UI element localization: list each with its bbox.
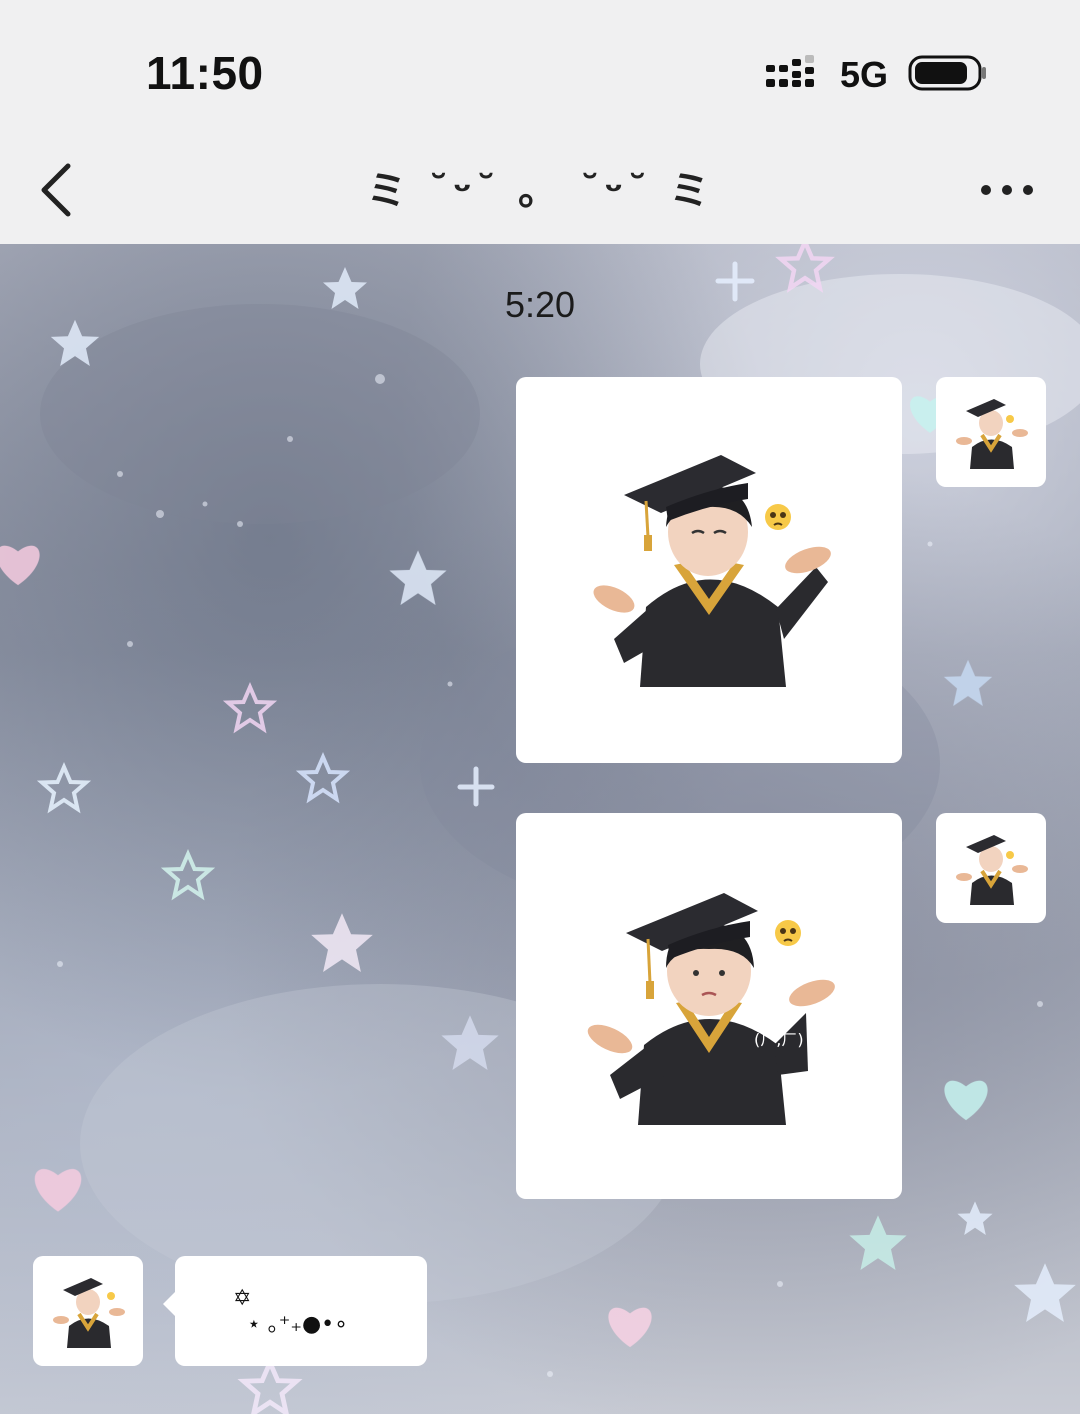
chevron-left-icon [41,163,71,217]
chat-title: ミ ˘ᵕ˘ 。 ˘ᵕ˘ ミ [366,168,714,214]
message-text: ✡ ⋆ ｡⁺₊●•∘ [233,1286,348,1337]
graduation-boy-sticker [593,455,831,687]
self-avatar[interactable] [936,377,1046,487]
chat-header: ミ ˘ᵕ˘ 。 ˘ᵕ˘ ミ [0,140,1080,244]
signal-icon [766,53,822,91]
text-message[interactable]: ✡ ⋆ ｡⁺₊●•∘ [163,1256,427,1366]
more-dots-icon [981,185,1033,195]
chat-area[interactable]: 5:20 (ㄏ,ㄏ) ✡ ⋆ ｡⁺₊●•∘ [0,244,1080,1414]
sticker-message[interactable] [516,377,902,763]
message-timestamp: 5:20 [504,284,576,325]
sticker-caption: (ㄏ,ㄏ) [754,1030,804,1049]
graduation-boy-sticker: (ㄏ,ㄏ) [587,893,835,1125]
sticker-message[interactable]: (ㄏ,ㄏ) [516,813,902,1199]
network-type: 5G [840,54,889,95]
contact-avatar[interactable] [33,1256,143,1366]
bubble-tail [163,1292,175,1316]
self-avatar[interactable] [936,813,1046,923]
more-button[interactable] [975,170,1039,210]
back-button[interactable] [28,160,84,220]
status-time: 11:50 [146,47,264,99]
status-bar: 11:50 5G [0,0,1080,140]
battery-icon [908,55,988,91]
